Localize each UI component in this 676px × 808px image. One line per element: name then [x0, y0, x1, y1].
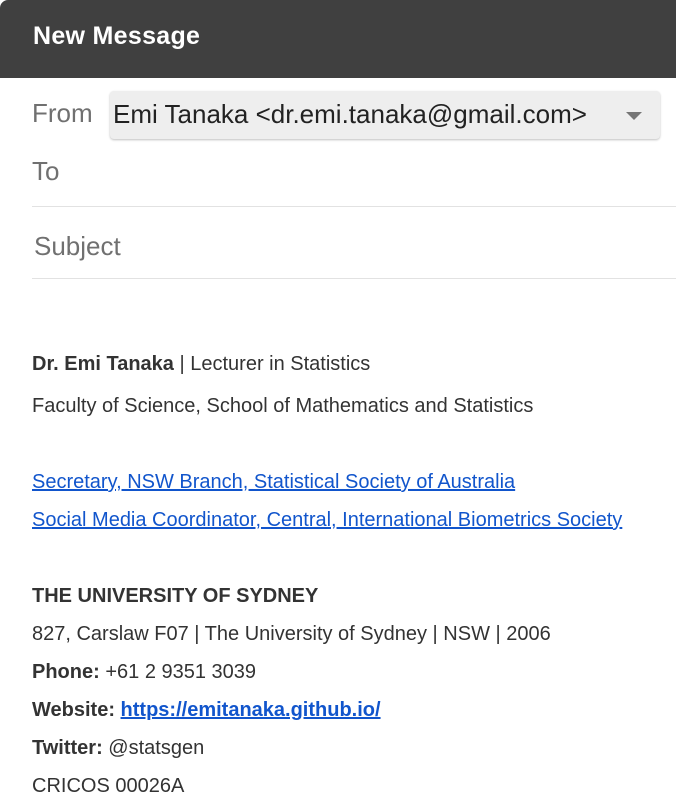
- signature-website-label: Website:: [32, 699, 115, 721]
- signature-link-ssa-line: Secretary, NSW Branch, Statistical Socie…: [32, 471, 515, 494]
- signature-name-line: Dr. Emi Tanaka | Lecturer in Statistics: [32, 353, 370, 376]
- signature-link-ibs[interactable]: Social Media Coordinator, Central, Inter…: [32, 509, 622, 531]
- to-divider: [32, 206, 676, 207]
- signature-cricos: CRICOS 00026A: [32, 775, 185, 797]
- subject-field[interactable]: [32, 222, 676, 270]
- signature-separator: |: [173, 353, 191, 375]
- signature-website-line: Website: https://emitanaka.github.io/: [32, 699, 381, 722]
- signature-website-link[interactable]: https://emitanaka.github.io/: [121, 699, 381, 721]
- compose-title: New Message: [33, 22, 201, 50]
- signature-link-ibs-line: Social Media Coordinator, Central, Inter…: [32, 509, 622, 532]
- from-select[interactable]: Emi Tanaka <dr.emi.tanaka@gmail.com>: [110, 91, 660, 139]
- caret-down-icon: [626, 112, 642, 120]
- signature-address: 827, Carslaw F07 | The University of Syd…: [32, 623, 551, 645]
- signature-position: Lecturer in Statistics: [190, 353, 371, 375]
- signature-twitter-value: @statsgen: [102, 737, 205, 759]
- signature-university: THE UNIVERSITY OF SYDNEY: [32, 585, 318, 608]
- signature-twitter-line: Twitter: @statsgen: [32, 737, 204, 760]
- signature-phone-value: +61 2 9351 3039: [99, 661, 257, 683]
- signature-university-text: THE UNIVERSITY OF SYDNEY: [32, 585, 319, 607]
- signature-link-ssa[interactable]: Secretary, NSW Branch, Statistical Socie…: [32, 471, 515, 493]
- signature-phone-line: Phone: +61 2 9351 3039: [32, 661, 256, 684]
- to-field[interactable]: [80, 150, 674, 198]
- compose-window: New Message From Emi Tanaka <dr.emi.tana…: [0, 0, 676, 808]
- from-label: From: [32, 98, 93, 128]
- signature-phone-label: Phone:: [32, 661, 100, 683]
- signature-name: Dr. Emi Tanaka: [32, 353, 174, 375]
- subject-divider: [32, 278, 676, 279]
- to-label: To: [32, 156, 60, 186]
- from-value: Emi Tanaka <dr.emi.tanaka@gmail.com>: [113, 99, 587, 129]
- signature-faculty: Faculty of Science, School of Mathematic…: [32, 395, 534, 417]
- signature-twitter-label: Twitter:: [32, 737, 103, 759]
- compose-titlebar[interactable]: New Message: [0, 0, 676, 78]
